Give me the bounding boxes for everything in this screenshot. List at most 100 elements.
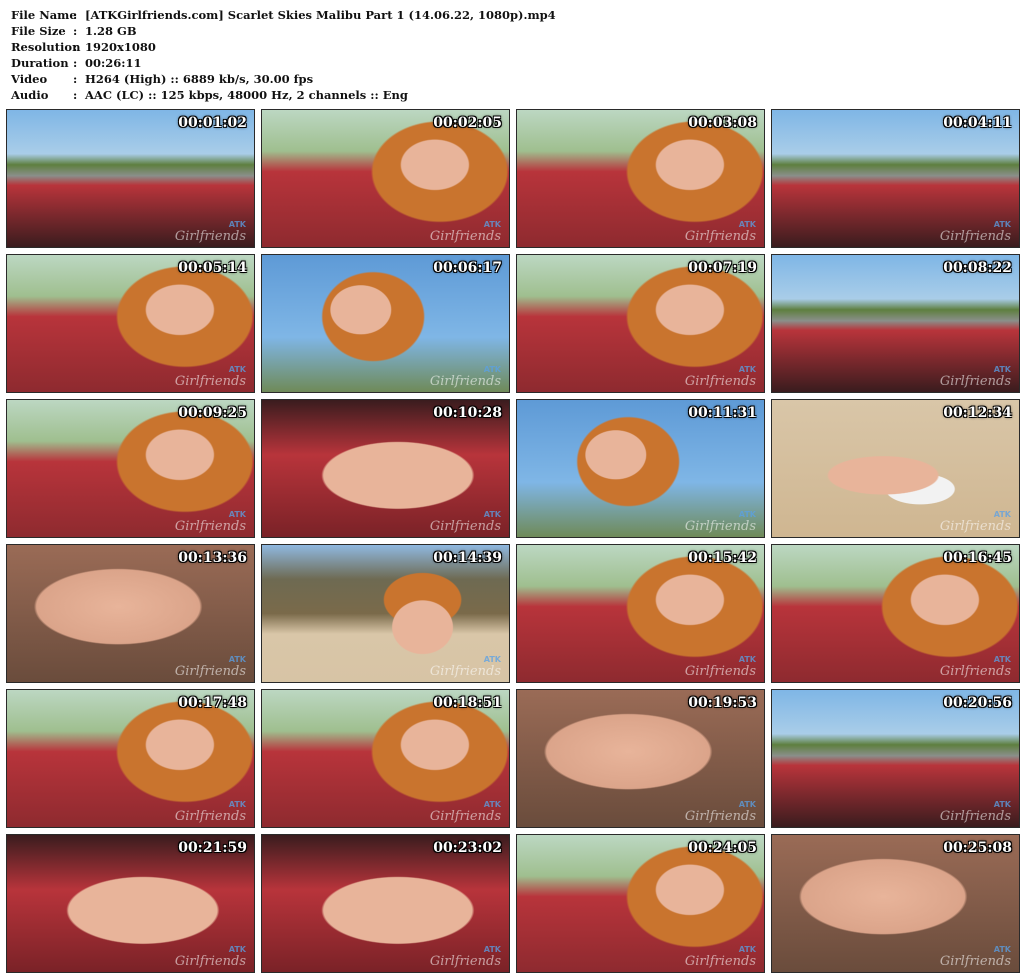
watermark-logo: ATK Girlfriends (430, 364, 501, 388)
watermark-logo: ATK Girlfriends (685, 509, 756, 533)
timestamp-label: 00:08:22 (943, 260, 1012, 276)
info-separator: : (73, 24, 78, 38)
watermark-logo: ATK Girlfriends (685, 654, 756, 678)
info-label: Video (11, 72, 48, 86)
thumbnail: 00:09:25 ATK Girlfriends (6, 399, 255, 538)
thumbnail: 00:02:05 ATK Girlfriends (261, 109, 510, 248)
file-info-panel: File Name: [ATKGirlfriends.com] Scarlet S… (11, 7, 556, 103)
watermark-logo: ATK Girlfriends (175, 944, 246, 968)
watermark-bottom-text: Girlfriends (429, 664, 501, 679)
watermark-logo: ATK Girlfriends (685, 219, 756, 243)
watermark-bottom-text: Girlfriends (939, 954, 1011, 969)
timestamp-label: 00:04:11 (943, 115, 1012, 131)
timestamp-label: 00:13:36 (178, 550, 247, 566)
watermark-logo: ATK Girlfriends (685, 364, 756, 388)
info-row: Audio: AAC (LC) :: 125 kbps, 48000 Hz, 2 … (11, 87, 556, 103)
watermark-bottom-text: Girlfriends (684, 519, 756, 534)
watermark-logo: ATK Girlfriends (175, 654, 246, 678)
thumbnail: 00:07:19 ATK Girlfriends (516, 254, 765, 393)
watermark-bottom-text: Girlfriends (684, 374, 756, 389)
watermark-bottom-text: Girlfriends (429, 229, 501, 244)
thumbnail: 00:24:05 ATK Girlfriends (516, 834, 765, 973)
watermark-bottom-text: Girlfriends (939, 229, 1011, 244)
timestamp-label: 00:15:42 (688, 550, 757, 566)
watermark-bottom-text: Girlfriends (684, 229, 756, 244)
timestamp-label: 00:12:34 (943, 405, 1012, 421)
timestamp-label: 00:02:05 (433, 115, 502, 131)
info-separator: : (73, 72, 78, 86)
watermark-logo: ATK Girlfriends (175, 219, 246, 243)
thumbnail: 00:08:22 ATK Girlfriends (771, 254, 1020, 393)
watermark-bottom-text: Girlfriends (684, 809, 756, 824)
thumbnail: 00:16:45 ATK Girlfriends (771, 544, 1020, 683)
watermark-bottom-text: Girlfriends (174, 664, 246, 679)
watermark-bottom-text: Girlfriends (939, 374, 1011, 389)
watermark-bottom-text: Girlfriends (429, 954, 501, 969)
info-row: File Size:1.28 GB (11, 23, 556, 39)
watermark-bottom-text: Girlfriends (429, 809, 501, 824)
timestamp-label: 00:01:02 (178, 115, 247, 131)
timestamp-label: 00:10:28 (433, 405, 502, 421)
info-row: Duration:00:26:11 (11, 55, 556, 71)
timestamp-label: 00:25:08 (943, 840, 1012, 856)
info-label: File Size (11, 24, 66, 38)
watermark-logo: ATK Girlfriends (940, 944, 1011, 968)
timestamp-label: 00:19:53 (688, 695, 757, 711)
watermark-bottom-text: Girlfriends (174, 954, 246, 969)
watermark-logo: ATK Girlfriends (175, 509, 246, 533)
watermark-logo: ATK Girlfriends (175, 799, 246, 823)
watermark-bottom-text: Girlfriends (174, 809, 246, 824)
timestamp-label: 00:07:19 (688, 260, 757, 276)
timestamp-label: 00:16:45 (943, 550, 1012, 566)
thumbnail: 00:15:42 ATK Girlfriends (516, 544, 765, 683)
watermark-logo: ATK Girlfriends (940, 364, 1011, 388)
thumbnail: 00:14:39 ATK Girlfriends (261, 544, 510, 683)
timestamp-label: 00:17:48 (178, 695, 247, 711)
timestamp-label: 00:06:17 (433, 260, 502, 276)
watermark-logo: ATK Girlfriends (430, 654, 501, 678)
timestamp-label: 00:05:14 (178, 260, 247, 276)
info-value: [ATKGirlfriends.com] Scarlet Skies Malib… (85, 8, 556, 22)
thumbnail: 00:10:28 ATK Girlfriends (261, 399, 510, 538)
watermark-logo: ATK Girlfriends (685, 944, 756, 968)
watermark-bottom-text: Girlfriends (174, 519, 246, 534)
info-separator: : (73, 88, 78, 102)
thumbnail: 00:04:11 ATK Girlfriends (771, 109, 1020, 248)
timestamp-label: 00:23:02 (433, 840, 502, 856)
timestamp-label: 00:03:08 (688, 115, 757, 131)
watermark-logo: ATK Girlfriends (430, 944, 501, 968)
watermark-logo: ATK Girlfriends (430, 509, 501, 533)
thumbnail-grid: 00:01:02 ATK Girlfriends 00:02:05 ATK Girlfri… (6, 109, 1020, 973)
watermark-logo: ATK Girlfriends (940, 509, 1011, 533)
watermark-bottom-text: Girlfriends (939, 809, 1011, 824)
thumbnail: 00:01:02 ATK Girlfriends (6, 109, 255, 248)
thumbnail: 00:06:17 ATK Girlfriends (261, 254, 510, 393)
info-value: 1920x1080 (85, 40, 156, 54)
info-value: 1.28 GB (85, 24, 137, 38)
thumbnail: 00:17:48 ATK Girlfriends (6, 689, 255, 828)
watermark-bottom-text: Girlfriends (429, 374, 501, 389)
timestamp-label: 00:21:59 (178, 840, 247, 856)
info-row: File Name: [ATKGirlfriends.com] Scarlet S… (11, 7, 556, 23)
info-separator: : (73, 56, 78, 70)
info-row: Video: H264 (High) :: 6889 kb/s, 30.00 fp… (11, 71, 556, 87)
info-value: AAC (LC) :: 125 kbps, 48000 Hz, 2 channe… (85, 88, 408, 102)
watermark-bottom-text: Girlfriends (939, 519, 1011, 534)
thumbnail: 00:11:31 ATK Girlfriends (516, 399, 765, 538)
watermark-logo: ATK Girlfriends (940, 219, 1011, 243)
watermark-logo: ATK Girlfriends (175, 364, 246, 388)
thumbnail: 00:05:14 ATK Girlfriends (6, 254, 255, 393)
thumbnail: 00:12:34 ATK Girlfriends (771, 399, 1020, 538)
timestamp-label: 00:20:56 (943, 695, 1012, 711)
thumbnail: 00:23:02 ATK Girlfriends (261, 834, 510, 973)
timestamp-label: 00:09:25 (178, 405, 247, 421)
timestamp-label: 00:24:05 (688, 840, 757, 856)
watermark-bottom-text: Girlfriends (429, 519, 501, 534)
watermark-bottom-text: Girlfriends (174, 374, 246, 389)
watermark-bottom-text: Girlfriends (684, 954, 756, 969)
watermark-logo: ATK Girlfriends (940, 799, 1011, 823)
watermark-logo: ATK Girlfriends (430, 799, 501, 823)
info-separator: : (73, 8, 78, 22)
watermark-bottom-text: Girlfriends (684, 664, 756, 679)
watermark-logo: ATK Girlfriends (430, 219, 501, 243)
